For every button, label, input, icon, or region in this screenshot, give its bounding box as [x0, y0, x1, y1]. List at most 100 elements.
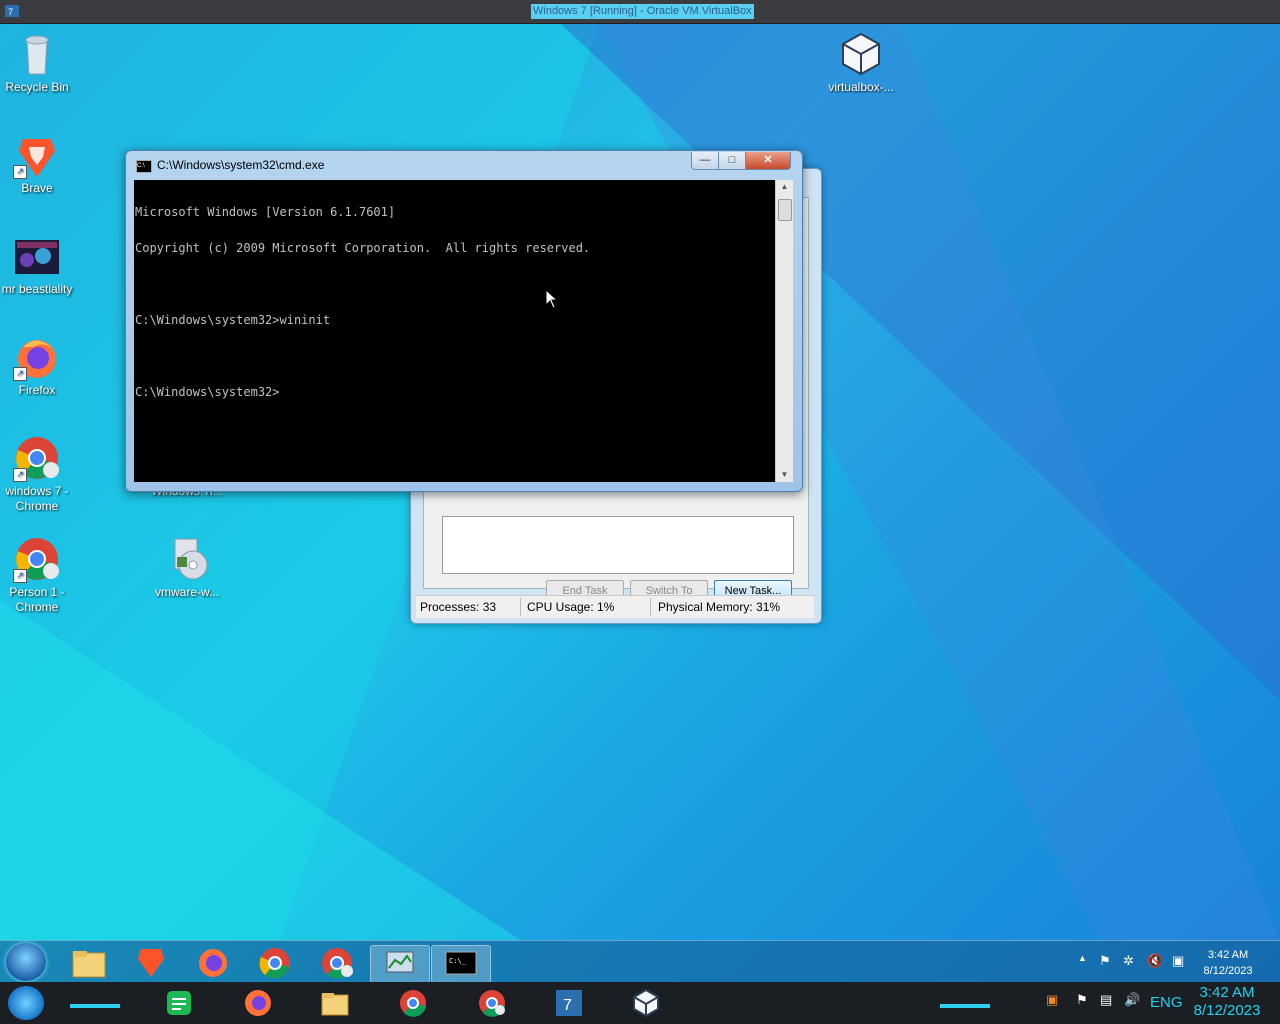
taskbar-file-explorer[interactable] — [320, 988, 350, 1018]
shortcut-arrow-icon: ↗ — [13, 468, 27, 482]
console-prompt: C:\Windows\system32> — [135, 385, 280, 399]
desktop-icon-label: windows 7 - Chrome — [5, 484, 69, 513]
taskbar-firefox[interactable] — [243, 988, 273, 1018]
scroll-thumb[interactable] — [778, 199, 792, 221]
cmd-window[interactable]: C:\ C:\Windows\system32\cmd.exe — □ ✕ Mi… — [125, 150, 803, 492]
console-line: Copyright (c) 2009 Microsoft Corporation… — [135, 241, 591, 255]
host-taskbar: 7 ▣ ⚑ ▤ 🔊 ENG 3:42 AM 8/12/2023 — [0, 982, 1280, 1024]
taskbar-firefox[interactable] — [189, 945, 237, 981]
mouse-pointer-icon — [545, 289, 559, 309]
network-icon[interactable]: ▤ — [1100, 992, 1112, 1008]
chrome-icon — [400, 990, 426, 1017]
taskbar-chrome-profile[interactable] — [313, 945, 361, 981]
shortcut-arrow-icon: ↗ — [13, 367, 27, 381]
firefox-icon — [199, 949, 227, 977]
firefox-icon: ↗ — [13, 333, 61, 381]
guest-clock[interactable]: 3:42 AM 8/12/2023 — [1196, 947, 1260, 979]
action-center-flag-icon[interactable]: ⚑ — [1099, 953, 1111, 969]
shortcut-arrow-icon: ↗ — [13, 569, 27, 583]
task-list[interactable] — [442, 516, 794, 574]
desktop-icon-virtualbox[interactable]: virtualbox-... — [824, 30, 898, 95]
start-button-orb-icon[interactable] — [6, 943, 46, 981]
volume-muted-icon[interactable]: 🔇 — [1147, 953, 1163, 969]
display-icon[interactable]: ▣ — [1172, 953, 1184, 969]
desktop-icon-brave[interactable]: ↗ Brave — [0, 131, 74, 196]
notes-icon — [167, 991, 191, 1015]
desktop-icon-label: virtualbox-... — [828, 80, 894, 94]
flag-icon[interactable]: ⚑ — [1076, 992, 1088, 1008]
taskbar-virtualbox[interactable] — [631, 988, 661, 1018]
desktop-icon-label: Person 1 - Chrome — [9, 585, 65, 614]
chrome-profile-icon — [479, 990, 505, 1017]
svg-text:7: 7 — [563, 997, 572, 1014]
taskbar-task-manager[interactable] — [370, 945, 430, 983]
cmd-icon: C:\_ — [445, 951, 477, 975]
network-icon[interactable]: ✲ — [1123, 953, 1134, 969]
clock-date: 8/12/2023 — [1203, 965, 1253, 977]
image-thumbnail-icon — [13, 232, 61, 280]
volume-icon[interactable]: 🔊 — [1124, 992, 1140, 1008]
desktop-icon-label: Brave — [21, 181, 53, 195]
host-window-title: Windows 7 [Running] - Oracle VM VirtualB… — [531, 4, 754, 19]
firefox-icon — [245, 990, 271, 1016]
cmd-app-icon: C:\ — [136, 160, 152, 173]
task-manager-icon — [386, 951, 414, 973]
scroll-up-icon[interactable]: ▲ — [776, 180, 793, 194]
host-start-button-icon[interactable] — [8, 986, 44, 1020]
clock-time: 3:42 AM — [1207, 949, 1249, 961]
desktop-icon-vmware[interactable]: vmware-w... — [150, 535, 224, 600]
taskbar-chrome[interactable] — [251, 945, 299, 981]
minimize-button[interactable]: — — [691, 152, 719, 170]
close-button[interactable]: ✕ — [745, 152, 791, 170]
guest-taskbar: C:\_ ▲ ⚑ ✲ 🔇 ▣ 3:42 AM 8/12/2023 — [0, 940, 1280, 983]
taskbar-chrome-profile[interactable] — [477, 988, 507, 1018]
desktop-icon-windows7-chrome[interactable]: ↗ windows 7 - Chrome — [0, 434, 74, 514]
maximize-button[interactable]: □ — [718, 152, 746, 170]
virtualbox-icon — [633, 988, 659, 1018]
console-line: Microsoft Windows [Version 6.1.7601] — [135, 205, 396, 219]
taskbar-virtualbox-vm[interactable]: 7 — [554, 988, 584, 1018]
recycle-bin-icon — [13, 30, 61, 78]
desktop-icon-label: mr beastiality — [1, 282, 73, 296]
chrome-profile-icon — [322, 948, 353, 979]
clock-date: 8/12/2023 — [1193, 1002, 1261, 1019]
clock-time: 3:42 AM — [1199, 984, 1255, 1001]
vertical-scrollbar[interactable]: ▲ ▼ — [775, 180, 793, 482]
virtualbox-vm-icon: 7 — [556, 990, 582, 1016]
taskbar-chrome[interactable] — [398, 988, 428, 1018]
file-explorer-icon — [321, 993, 349, 1016]
virtualbox-host-titlebar: 7 Windows 7 [Running] - Oracle VM Virtua… — [0, 0, 1280, 24]
host-clock[interactable]: 3:42 AM 8/12/2023 — [1186, 984, 1268, 1020]
file-explorer-icon — [72, 951, 106, 978]
desktop-icon-mr-beastiality[interactable]: mr beastiality — [0, 232, 74, 297]
chrome-icon — [259, 948, 290, 979]
chrome-profile-icon: ↗ — [13, 535, 61, 583]
chrome-profile-icon: ↗ — [13, 434, 61, 482]
installer-disc-icon — [163, 535, 211, 583]
desktop-icon-firefox[interactable]: ↗ Firefox — [0, 333, 74, 398]
taskbar-notes[interactable] — [164, 988, 194, 1018]
physical-memory: Physical Memory: 31% — [658, 600, 781, 614]
taskbar-file-explorer[interactable] — [65, 945, 113, 981]
app-tray-icon[interactable]: ▣ — [1046, 992, 1058, 1008]
virtualbox-cube-icon — [837, 30, 885, 78]
brave-icon: ↗ — [13, 131, 61, 179]
desktop-icon-person1-chrome[interactable]: ↗ Person 1 - Chrome — [0, 535, 74, 615]
desktop-icon-label: Firefox — [18, 383, 56, 397]
show-hidden-icons-icon[interactable]: ▲ — [1078, 953, 1087, 963]
desktop-icon-label: vmware-w... — [154, 585, 219, 599]
cmd-window-title: C:\Windows\system32\cmd.exe — [157, 158, 325, 172]
taskbar-brave[interactable] — [127, 945, 175, 981]
desktop-icon-recycle-bin[interactable]: Recycle Bin — [0, 30, 74, 95]
svg-text:C:\_: C:\_ — [449, 957, 467, 965]
language-indicator[interactable]: ENG — [1150, 994, 1183, 1011]
taskbar-cmd[interactable]: C:\_ — [431, 945, 491, 983]
desktop-icon-label: Recycle Bin — [5, 80, 69, 94]
svg-text:7: 7 — [8, 7, 13, 17]
scroll-down-icon[interactable]: ▼ — [776, 468, 793, 482]
virtualbox-app-icon: 7 — [4, 3, 20, 19]
cpu-usage: CPU Usage: 1% — [527, 600, 615, 614]
task-manager-statusbar: Processes: 33 CPU Usage: 1% Physical Mem… — [416, 595, 814, 618]
console-output[interactable]: Microsoft Windows [Version 6.1.7601] Cop… — [134, 180, 775, 482]
